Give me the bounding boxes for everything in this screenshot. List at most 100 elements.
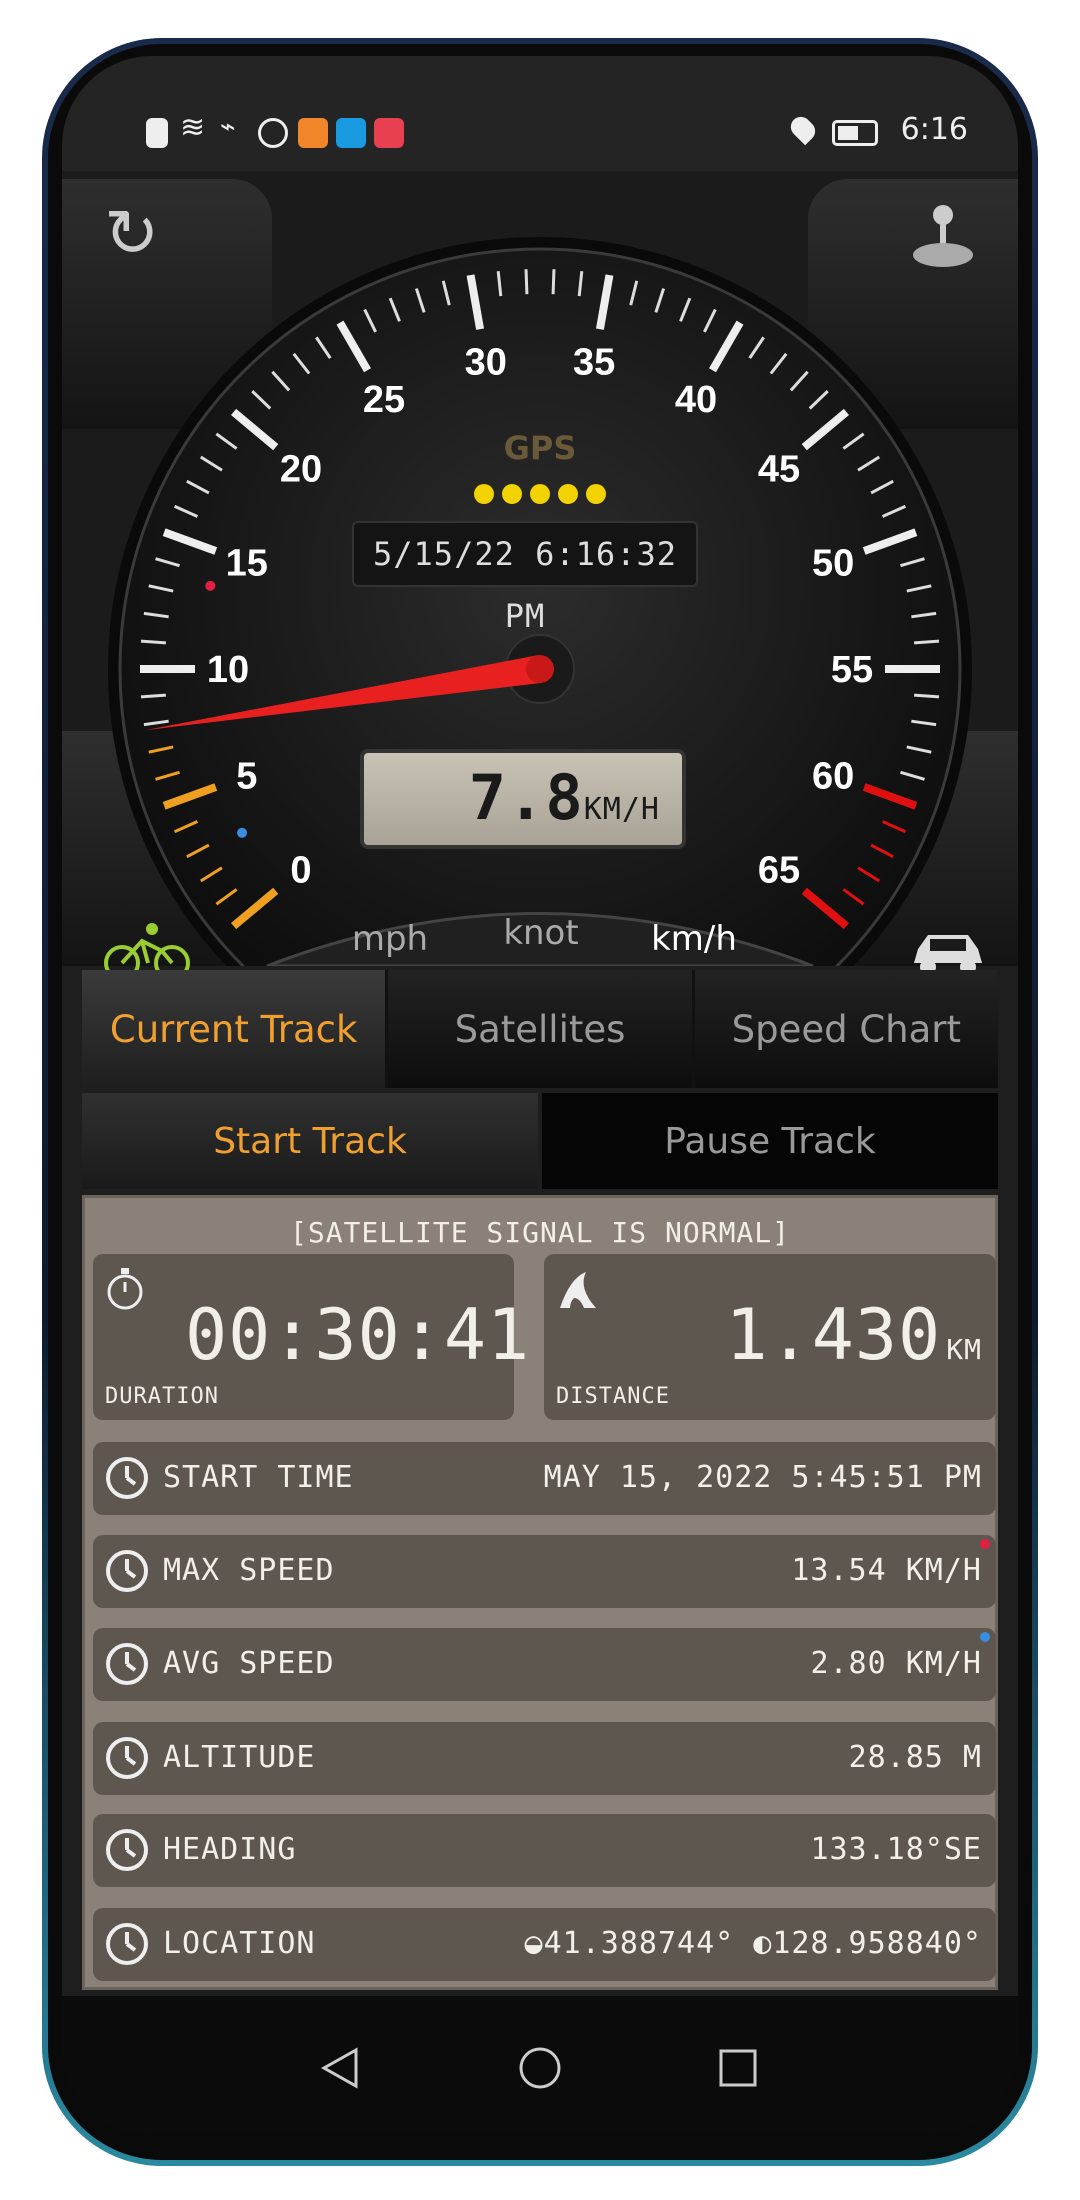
speed-lcd: 7.8KM/H xyxy=(360,749,686,849)
home-icon[interactable] xyxy=(518,2046,562,2090)
huawei-app-icon xyxy=(374,118,404,148)
speed-value: 7.8 xyxy=(468,761,584,834)
satellite-icon: ⌁ xyxy=(220,112,236,142)
minor-tick xyxy=(551,269,556,295)
speedometer-max-icon xyxy=(103,1547,151,1595)
tick-label: 60 xyxy=(812,756,854,798)
info-row-heading: HEADING 133.18°SE xyxy=(93,1814,996,1887)
row-value: 28.85 M xyxy=(848,1740,982,1775)
distance-unit: KM xyxy=(946,1333,982,1366)
navigation-bar xyxy=(62,1996,1018,2134)
datetime-display: 5/15/22 6:16:32 PM xyxy=(352,521,698,635)
tick-label: 15 xyxy=(226,542,268,584)
minor-tick xyxy=(524,269,529,295)
duration-card: 00:30:41 DURATION xyxy=(93,1254,529,1420)
clock-icon xyxy=(103,1454,151,1502)
track-info-panel: [SATELLITE SIGNAL IS NORMAL] 00:30:41 DU… xyxy=(82,1195,998,1990)
info-row-start-time: START TIME MAY 15, 2022 5:45:51 PM xyxy=(93,1442,996,1515)
tick-label: 40 xyxy=(675,379,717,421)
row-value: 2.80 KM/H xyxy=(810,1646,982,1681)
globe-icon xyxy=(258,118,288,148)
info-row-avg-speed: AVG SPEED 2.80 KM/H xyxy=(93,1628,996,1701)
minor-tick xyxy=(140,693,167,699)
marker-dot xyxy=(980,1632,990,1642)
gps-signal-dot xyxy=(586,484,606,504)
row-value: 133.18°SE xyxy=(810,1832,982,1867)
gps-signal-dot xyxy=(502,484,522,504)
row-label: LOCATION xyxy=(163,1926,316,1961)
speedometer-avg-icon xyxy=(103,1640,151,1688)
tick-label: 30 xyxy=(465,342,507,384)
row-label: START TIME xyxy=(163,1460,354,1495)
minor-tick xyxy=(140,639,167,645)
tick-label: 35 xyxy=(573,342,615,384)
needle-cap xyxy=(526,655,554,683)
tick-label: 20 xyxy=(280,448,322,490)
speedometer-panel: 0 5 10 15 20 25 30 35 40 45 50 55 60 65 ↻ mph knot km… xyxy=(62,171,1018,981)
mountain-icon xyxy=(103,1734,151,1782)
search-app-icon xyxy=(336,118,366,148)
row-label: MAX SPEED xyxy=(163,1553,335,1588)
gps-label: GPS xyxy=(503,429,577,467)
max-speed-marker xyxy=(205,580,216,591)
distance-value: 1.430 xyxy=(725,1294,942,1376)
minor-tick xyxy=(913,693,940,699)
battery-icon xyxy=(832,120,878,146)
start-track-button[interactable]: Start Track xyxy=(82,1093,538,1189)
gps-signal-dot xyxy=(558,484,578,504)
tick-label: 55 xyxy=(831,649,873,691)
refresh-icon[interactable]: ↻ xyxy=(104,199,174,269)
tick-label: 50 xyxy=(812,542,854,584)
location-icon xyxy=(786,112,820,146)
info-row-max-speed: MAX SPEED 13.54 KM/H xyxy=(93,1535,996,1608)
crosshair-icon xyxy=(103,1920,151,1968)
tab-satellites[interactable]: Satellites xyxy=(388,970,692,1088)
info-row-altitude: ALTITUDE 28.85 M xyxy=(93,1722,996,1795)
tick-label: 10 xyxy=(207,649,249,691)
distance-readout: 1.430 KM xyxy=(725,1294,982,1376)
row-label: HEADING xyxy=(163,1832,297,1867)
road-icon xyxy=(556,1268,600,1312)
pause-track-button[interactable]: Pause Track xyxy=(542,1093,998,1189)
back-icon[interactable] xyxy=(320,2046,360,2090)
duration-label: DURATION xyxy=(105,1384,219,1409)
speed-unit: KM/H xyxy=(583,792,660,827)
signal-status: [SATELLITE SIGNAL IS NORMAL] xyxy=(289,1216,790,1249)
row-label: ALTITUDE xyxy=(163,1740,316,1775)
tab-current-track[interactable]: Current Track xyxy=(82,970,386,1088)
track-controls: Start Track Pause Track xyxy=(82,1093,998,1189)
status-bar: ≋ ⌁ 6:16 xyxy=(62,56,1018,171)
duration-value: 00:30:41 xyxy=(185,1294,531,1376)
unit-kmh[interactable]: km/h xyxy=(632,919,756,966)
tick-label: 25 xyxy=(363,379,405,421)
tab-speed-chart[interactable]: Speed Chart xyxy=(694,970,998,1088)
recents-icon[interactable] xyxy=(718,2048,758,2088)
row-value: MAY 15, 2022 5:45:51 PM xyxy=(543,1460,982,1495)
tab-bar: Current Track Satellites Speed Chart xyxy=(82,970,998,1088)
row-value: 13.54 KM/H xyxy=(791,1553,982,1588)
marker-dot xyxy=(980,1539,990,1549)
gps-signal-dot xyxy=(474,484,494,504)
distance-card: 1.430 KM DISTANCE xyxy=(544,1254,996,1420)
row-value: ◒41.388744° ◐128.958840° xyxy=(524,1926,982,1961)
wifi-icon: ≋ xyxy=(180,110,206,145)
tick-label: 45 xyxy=(758,448,800,490)
minor-tick xyxy=(913,639,940,645)
alert-icon xyxy=(146,118,168,148)
avg-speed-marker xyxy=(237,827,248,838)
tick-label: 65 xyxy=(758,850,800,892)
row-label: AVG SPEED xyxy=(163,1646,335,1681)
gps-signal-dot xyxy=(530,484,550,504)
video-app-icon xyxy=(298,118,328,148)
unit-knot[interactable]: knot xyxy=(466,913,616,966)
unit-mph[interactable]: mph xyxy=(328,919,452,966)
info-row-location: LOCATION ◒41.388744° ◐128.958840° xyxy=(93,1908,996,1981)
screen: ≋ ⌁ 6:16 0 5 10 15 20 25 30 35 40 45 50 55 60 65 ↻ mp… xyxy=(62,56,1018,2134)
compass-icon xyxy=(103,1826,151,1874)
joystick-icon[interactable] xyxy=(908,201,978,271)
distance-label: DISTANCE xyxy=(556,1384,670,1409)
status-time: 6:16 xyxy=(900,112,968,147)
tick-label: 5 xyxy=(236,756,257,798)
tick-label: 0 xyxy=(290,850,311,892)
stopwatch-icon xyxy=(105,1266,145,1312)
